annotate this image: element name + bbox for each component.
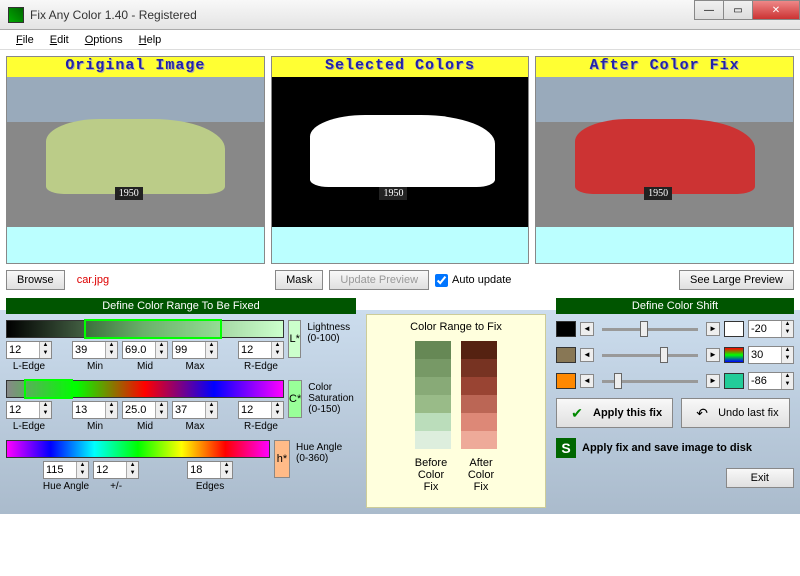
- C-max[interactable]: [173, 402, 205, 418]
- panel-selected: Selected Colors 1950: [271, 56, 530, 264]
- menu-edit[interactable]: Edit: [42, 32, 77, 47]
- lightness-indicator: L*: [288, 320, 301, 358]
- thumb-strip: [7, 227, 264, 263]
- range-header: Define Color Range To Be Fixed: [6, 298, 356, 314]
- undo-icon: ↶: [692, 403, 712, 423]
- panel-header: After Color Fix: [536, 57, 793, 77]
- swatch-saturated: [724, 347, 744, 363]
- browse-button[interactable]: Browse: [6, 270, 65, 290]
- H-edges[interactable]: [188, 462, 220, 478]
- swatch-white: [724, 321, 744, 337]
- apply-button[interactable]: ✔Apply this fix: [556, 398, 673, 428]
- saturation-indicator: C*: [288, 380, 302, 418]
- arrow-right-icon[interactable]: ►: [706, 322, 720, 336]
- shift-C[interactable]: [749, 347, 781, 363]
- update-preview-button[interactable]: Update Preview: [329, 270, 429, 290]
- undo-button[interactable]: ↶Undo last fix: [681, 398, 790, 428]
- arrow-left-icon[interactable]: ◄: [580, 322, 594, 336]
- panel-original: Original Image 1950: [6, 56, 265, 264]
- titlebar: Fix Any Color 1.40 - Registered — ▭ ✕: [0, 0, 800, 30]
- swatch-dull: [556, 347, 576, 363]
- swatch-teal: [724, 373, 744, 389]
- panel-header: Selected Colors: [272, 57, 529, 77]
- exit-button[interactable]: Exit: [726, 468, 794, 488]
- minimize-button[interactable]: —: [694, 0, 724, 20]
- shift-header: Define Color Shift: [556, 298, 794, 314]
- C-ledge[interactable]: [7, 402, 39, 418]
- large-preview-button[interactable]: See Large Preview: [679, 270, 794, 290]
- auto-update-checkbox[interactable]: Auto update: [435, 274, 511, 287]
- close-button[interactable]: ✕: [752, 0, 800, 20]
- save-icon: S: [556, 438, 576, 458]
- C-redge[interactable]: [239, 402, 271, 418]
- mask-image[interactable]: [272, 77, 529, 227]
- app-icon: [8, 7, 24, 23]
- shift-L[interactable]: [749, 321, 781, 337]
- lightness-gradient[interactable]: [6, 320, 284, 338]
- swatch-black: [556, 321, 576, 337]
- mask-button[interactable]: Mask: [275, 270, 323, 290]
- hue-gradient[interactable]: [6, 440, 270, 458]
- L-mid[interactable]: [123, 342, 155, 358]
- menu-file[interactable]: File: [8, 32, 42, 47]
- swatch-orange: [556, 373, 576, 389]
- L-min[interactable]: [73, 342, 105, 358]
- C-min[interactable]: [73, 402, 105, 418]
- saturation-gradient[interactable]: [6, 380, 284, 398]
- panel-header: Original Image: [7, 57, 264, 77]
- C-mid[interactable]: [123, 402, 155, 418]
- check-icon: ✔: [567, 403, 587, 423]
- H-hue[interactable]: [44, 462, 76, 478]
- after-swatches: [461, 341, 497, 449]
- window-title: Fix Any Color 1.40 - Registered: [30, 8, 197, 22]
- shift-lightness[interactable]: ◄ ► ▲▼: [556, 320, 794, 338]
- shift-hue[interactable]: ◄ ► ▲▼: [556, 372, 794, 390]
- before-swatches: [415, 341, 451, 449]
- menu-options[interactable]: Options: [77, 32, 131, 47]
- L-ledge[interactable]: [7, 342, 39, 358]
- filename-label: car.jpg: [71, 274, 115, 286]
- original-image[interactable]: [7, 77, 264, 227]
- maximize-button[interactable]: ▭: [723, 0, 753, 20]
- menubar: File Edit Options Help: [0, 30, 800, 50]
- H-pm[interactable]: [94, 462, 126, 478]
- L-redge[interactable]: [239, 342, 271, 358]
- L-max[interactable]: [173, 342, 205, 358]
- shift-h[interactable]: [749, 373, 781, 389]
- panel-after: After Color Fix 1950: [535, 56, 794, 264]
- shift-saturation[interactable]: ◄ ► ▲▼: [556, 346, 794, 364]
- color-range-box: Color Range to Fix Before Color Fix Afte…: [366, 314, 546, 508]
- hue-indicator: h*: [274, 440, 290, 478]
- result-image[interactable]: [536, 77, 793, 227]
- save-button[interactable]: SApply fix and save image to disk: [556, 434, 762, 462]
- menu-help[interactable]: Help: [131, 32, 170, 47]
